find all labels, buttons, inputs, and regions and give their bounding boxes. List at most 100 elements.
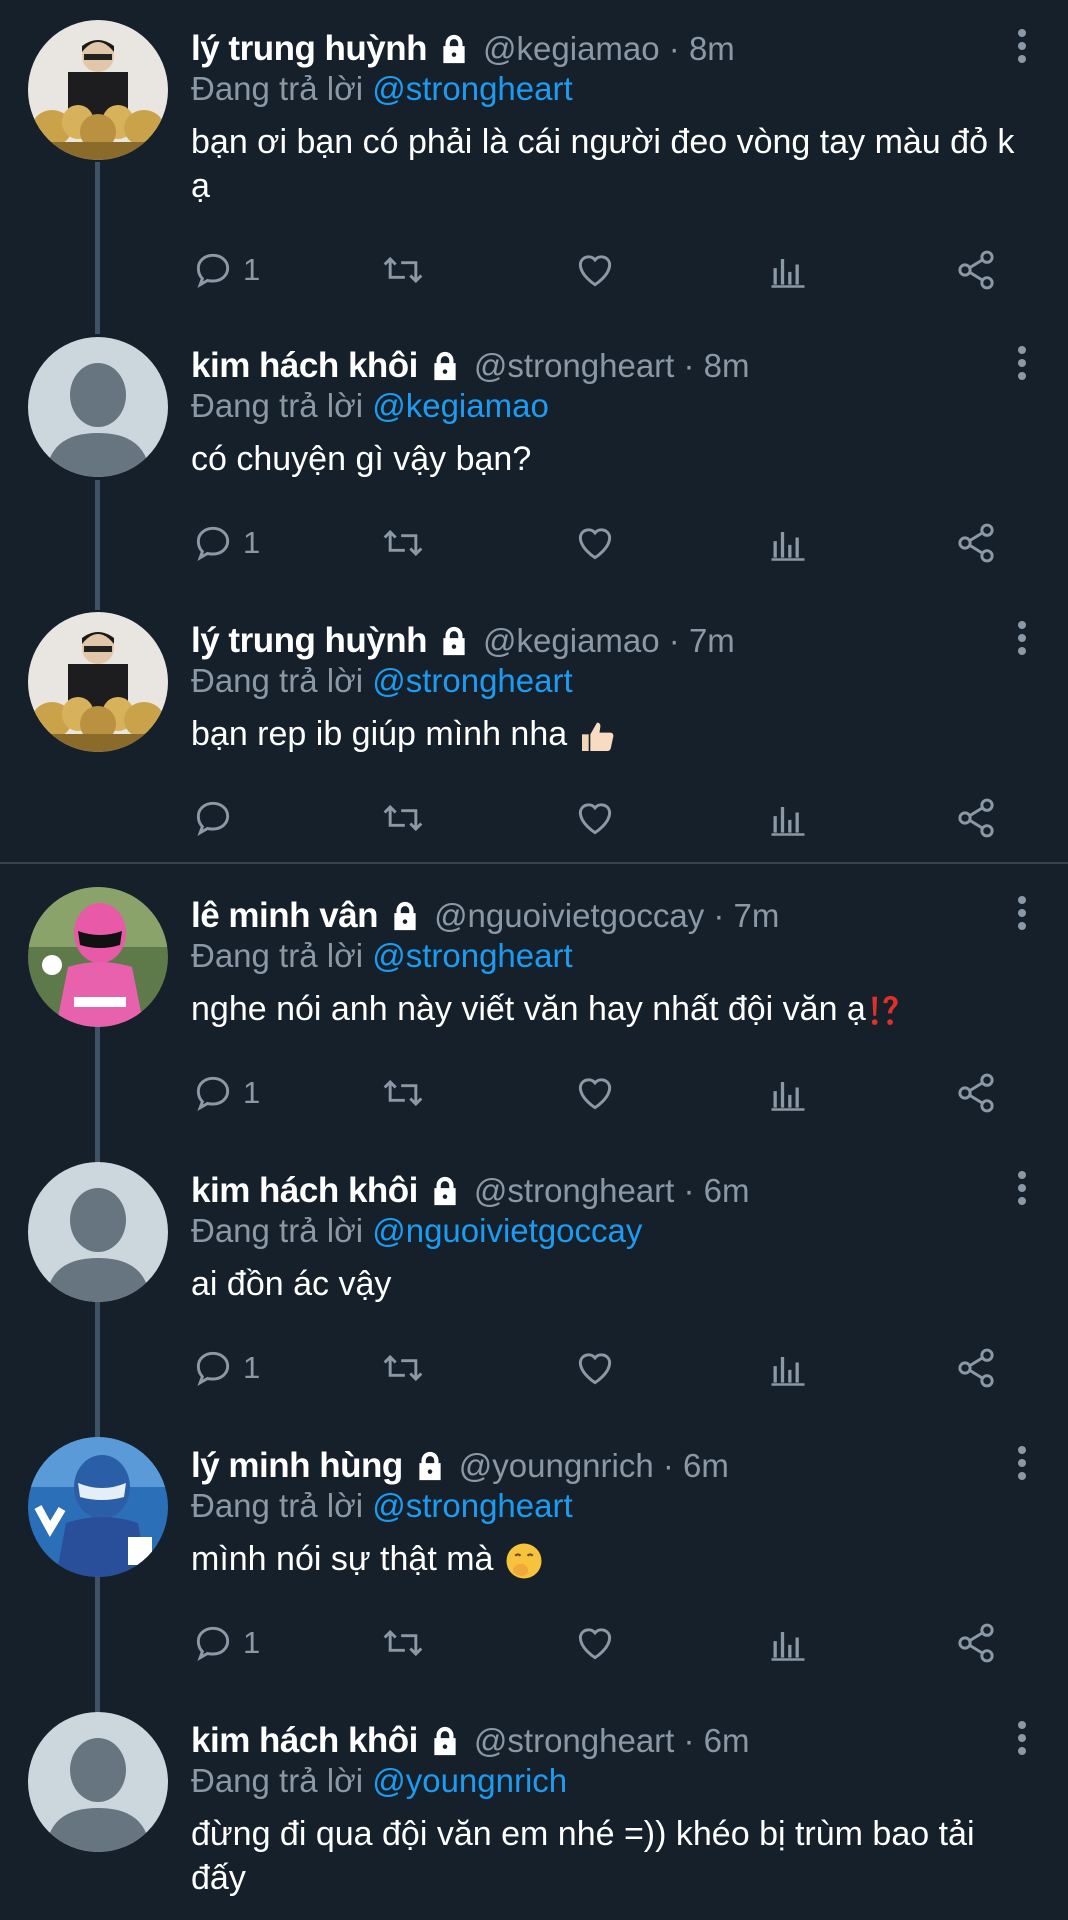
like-button[interactable] <box>573 793 617 843</box>
name-row: lý minh hùng @youngnrich · 6m <box>191 1445 729 1487</box>
more-options-icon[interactable] <box>1016 1443 1028 1483</box>
share-button[interactable] <box>954 1618 998 1668</box>
tweet[interactable]: kim hách khôi @strongheart · 6m Đang trả… <box>0 1712 1068 1920</box>
handle-time[interactable]: @kegiamao · 8m <box>483 30 735 68</box>
tweet[interactable]: kim hách khôi @strongheart · 8m Đang trả… <box>0 337 1068 577</box>
reply-button[interactable]: 1 <box>191 1068 260 1118</box>
reply-icon <box>196 801 230 836</box>
like-button[interactable] <box>573 1618 617 1668</box>
mention-link[interactable]: @strongheart <box>372 1487 572 1524</box>
tweet[interactable]: lý trung huỳnh @kegiamao · 8m Đang trả l… <box>0 20 1068 310</box>
avatar[interactable] <box>28 1437 168 1577</box>
mention-link[interactable]: @strongheart <box>372 937 572 974</box>
more-options-icon[interactable] <box>1016 893 1028 933</box>
heart-icon <box>578 1078 612 1110</box>
avatar[interactable] <box>28 612 168 752</box>
more-options-icon[interactable] <box>1016 1718 1028 1758</box>
handle-time[interactable]: @strongheart · 8m <box>474 347 750 385</box>
like-button[interactable] <box>573 245 617 295</box>
reply-icon <box>196 1351 230 1386</box>
stats-button[interactable] <box>766 1343 810 1393</box>
action-bar: 1 <box>191 1068 1011 1118</box>
share-button[interactable] <box>954 245 998 295</box>
tweet-text: nghe nói anh này viết văn hay nhất đội v… <box>191 987 1031 1031</box>
lock-icon <box>419 1451 441 1481</box>
display-name[interactable]: kim hách khôi <box>191 1171 418 1211</box>
stats-button[interactable] <box>766 1068 810 1118</box>
stats-button[interactable] <box>766 1618 810 1668</box>
avatar[interactable] <box>28 337 168 477</box>
stats-button[interactable] <box>766 793 810 843</box>
avatar[interactable] <box>28 1712 168 1852</box>
mention-link[interactable]: @nguoivietgoccay <box>372 1212 642 1249</box>
share-button[interactable] <box>954 518 998 568</box>
share-button[interactable] <box>954 1068 998 1118</box>
mention-link[interactable]: @strongheart <box>372 662 572 699</box>
replying-to: Đang trả lời @youngnrich <box>191 1762 568 1799</box>
retweet-button[interactable] <box>381 1343 425 1393</box>
handle-time[interactable]: @nguoivietgoccay · 7m <box>434 897 779 935</box>
more-options-icon[interactable] <box>1016 26 1028 66</box>
stats-button[interactable] <box>766 518 810 568</box>
lock-icon <box>434 351 456 381</box>
reply-button[interactable]: 1 <box>191 1618 260 1668</box>
stats-button[interactable] <box>766 245 810 295</box>
tweet[interactable]: lý trung huỳnh @kegiamao · 7m Đang trả l… <box>0 612 1068 852</box>
display-name[interactable]: lý trung huỳnh <box>191 29 428 69</box>
avatar[interactable] <box>28 20 168 160</box>
lock-icon <box>394 901 416 931</box>
display-name[interactable]: lê minh vân <box>191 896 379 936</box>
avatar[interactable] <box>28 1162 168 1302</box>
like-button[interactable] <box>573 1068 617 1118</box>
reply-button[interactable]: 1 <box>191 245 260 295</box>
mention-link[interactable]: @strongheart <box>372 70 572 107</box>
like-button[interactable] <box>573 1343 617 1393</box>
tweet-text: mình nói sự thật mà <box>191 1537 1031 1582</box>
handle-time[interactable]: @strongheart · 6m <box>474 1722 750 1760</box>
stats-icon <box>771 1082 805 1111</box>
more-options-icon[interactable] <box>1016 1168 1028 1208</box>
retweet-button[interactable] <box>381 793 425 843</box>
share-icon <box>958 523 994 563</box>
more-options-icon[interactable] <box>1016 343 1028 383</box>
tweet-text: có chuyện gì vậy bạn? <box>191 440 532 478</box>
tweet-text: bạn ơi bạn có phải là cái người đeo vòng… <box>191 123 1015 205</box>
share-button[interactable] <box>954 793 998 843</box>
retweet-button[interactable] <box>381 1068 425 1118</box>
display-name[interactable]: lý trung huỳnh <box>191 621 428 661</box>
tweet[interactable]: kim hách khôi @strongheart · 6m Đang trả… <box>0 1162 1068 1402</box>
tweet-text: đừng đi qua đội văn em nhé =)) khéo bị t… <box>191 1815 975 1897</box>
display-name[interactable]: kim hách khôi <box>191 1721 418 1761</box>
display-name[interactable]: lý minh hùng <box>191 1446 403 1486</box>
replying-to: Đang trả lời @strongheart <box>191 937 573 974</box>
more-options-icon[interactable] <box>1016 618 1028 658</box>
reply-button[interactable] <box>191 793 243 843</box>
mention-link[interactable]: @kegiamao <box>372 387 549 424</box>
share-button[interactable] <box>954 1343 998 1393</box>
stats-icon <box>771 532 805 561</box>
name-row: kim hách khôi @strongheart · 6m <box>191 1170 750 1212</box>
like-button[interactable] <box>573 518 617 568</box>
handle-time[interactable]: @strongheart · 6m <box>474 1172 750 1210</box>
handle-time[interactable]: @kegiamao · 7m <box>483 622 735 660</box>
lock-icon <box>443 626 465 656</box>
replying-to: Đang trả lời @strongheart <box>191 662 573 699</box>
handle-time[interactable]: @youngnrich · 6m <box>459 1447 729 1485</box>
replying-to: Đang trả lời @strongheart <box>191 1487 573 1524</box>
retweet-button[interactable] <box>381 1618 425 1668</box>
tweet[interactable]: lê minh vân @nguoivietgoccay · 7m Đang t… <box>0 887 1068 1127</box>
display-name[interactable]: kim hách khôi <box>191 346 418 386</box>
avatar[interactable] <box>28 887 168 1027</box>
reply-button[interactable]: 1 <box>191 518 260 568</box>
mention-link[interactable]: @youngnrich <box>372 1762 567 1799</box>
heart-icon <box>578 803 612 835</box>
share-icon <box>958 798 994 838</box>
action-bar: 1 <box>191 1618 1011 1668</box>
name-row: kim hách khôi @strongheart · 6m <box>191 1720 750 1762</box>
retweet-button[interactable] <box>381 518 425 568</box>
reply-icon <box>196 253 230 288</box>
tweet[interactable]: lý minh hùng @youngnrich · 6m Đang trả l… <box>0 1437 1068 1677</box>
retweet-button[interactable] <box>381 245 425 295</box>
retweet-icon <box>383 1629 423 1657</box>
reply-button[interactable]: 1 <box>191 1343 260 1393</box>
